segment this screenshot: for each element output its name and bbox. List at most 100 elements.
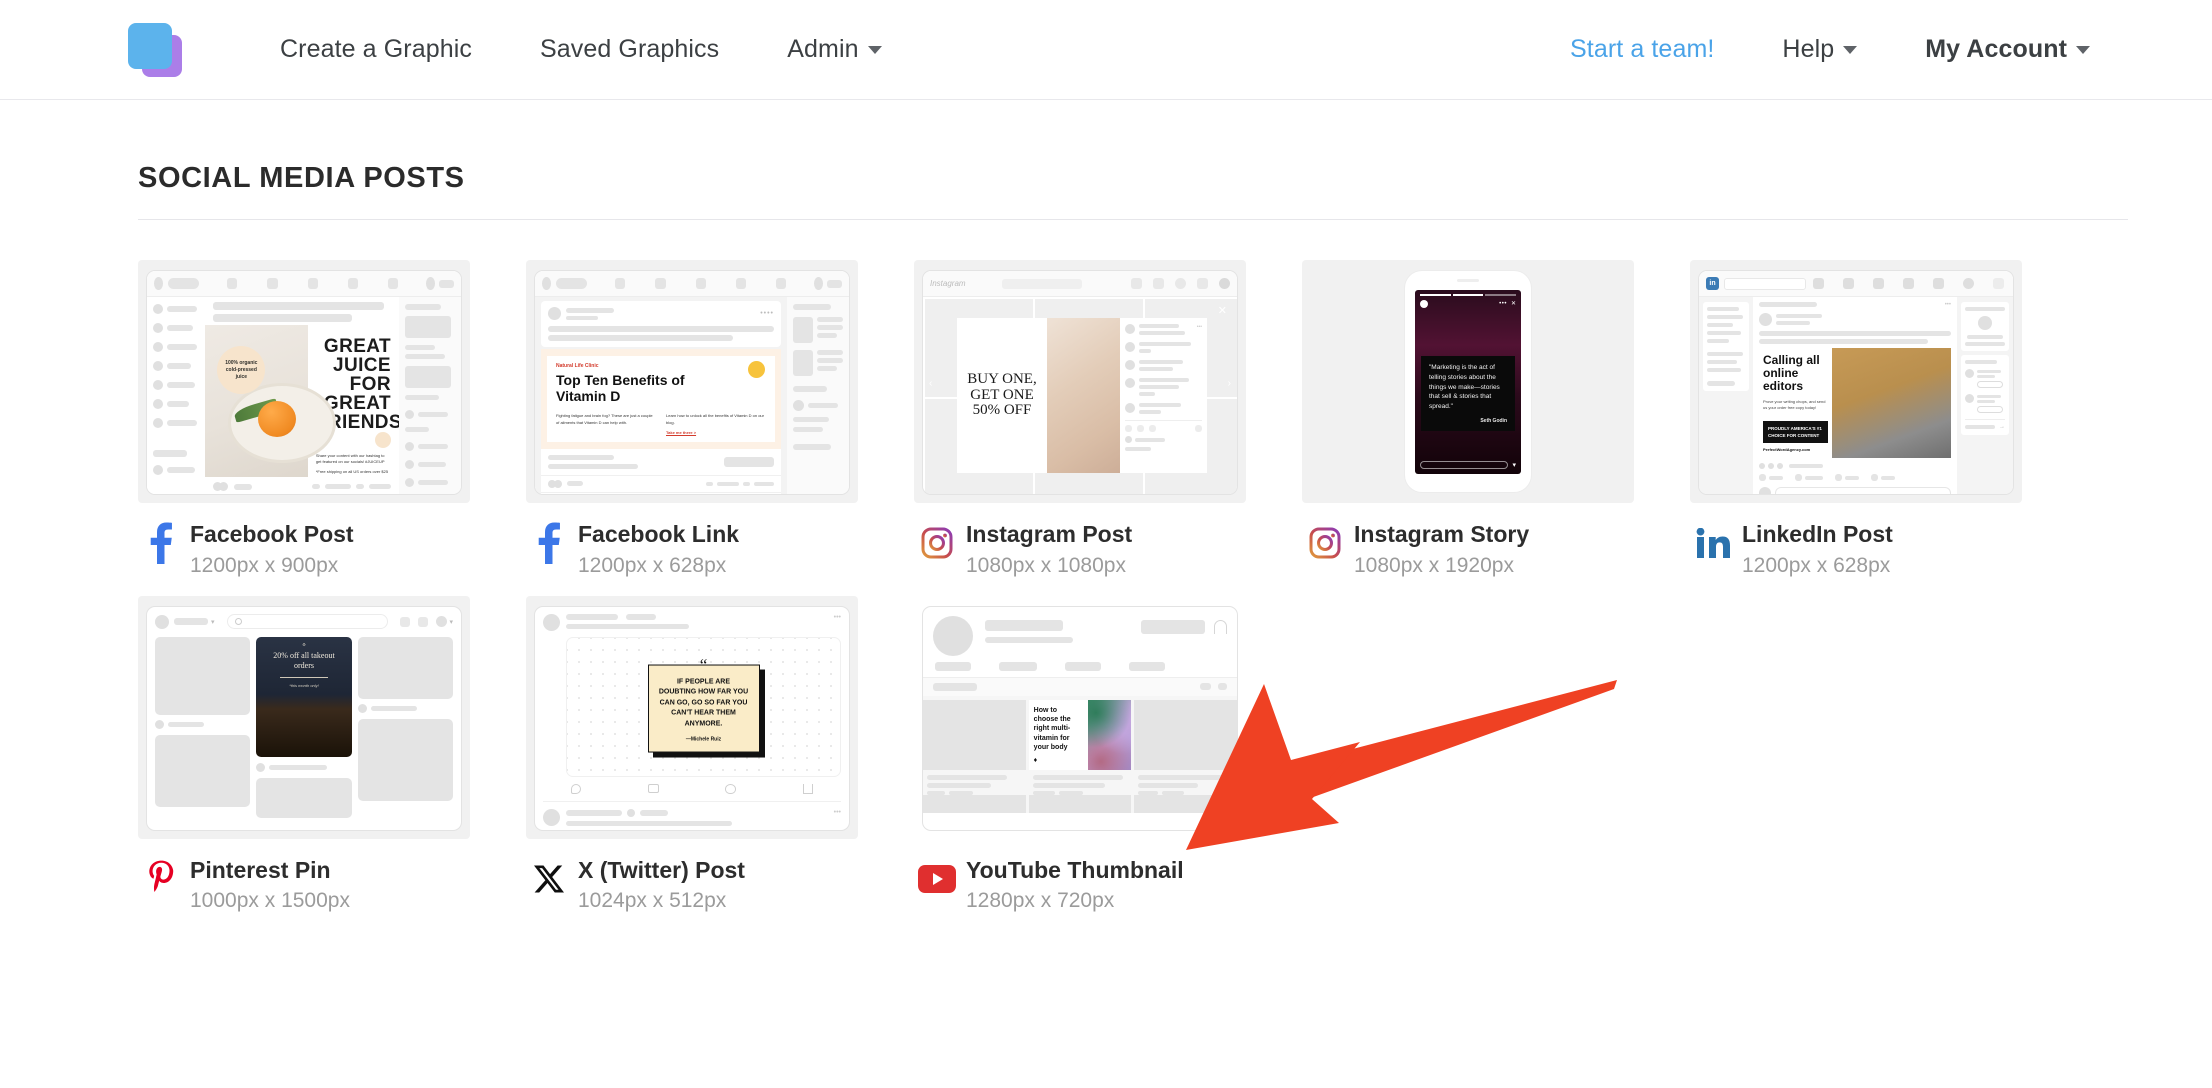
news-icon — [775, 278, 787, 289]
card-text: Instagram Story 1080px x 1920px — [1354, 519, 1529, 578]
card-text: Instagram Post 1080px x 1080px — [966, 519, 1132, 578]
story-attribution: Seth Godin — [1480, 417, 1507, 424]
card-dimensions: 1080px x 1080px — [966, 553, 1126, 577]
share-icon[interactable] — [802, 783, 813, 794]
template-card-x-twitter-post[interactable]: ••• “ IF PEOPLE ARE DOUBTING HOW FAR YOU… — [526, 595, 858, 914]
more-icon[interactable]: ••• — [1499, 301, 1507, 307]
app-logo-icon — [128, 21, 190, 79]
youtube-icon — [914, 857, 960, 901]
chevron-down-icon: ▾ — [211, 618, 215, 626]
thumbnail-facebook-link[interactable]: •••• Natural Life Clinic Top Ten Benefit… — [526, 260, 858, 503]
card-title: LinkedIn Post — [1742, 521, 1893, 547]
bookmark-icon — [1195, 425, 1202, 432]
youtube-channel-header — [923, 607, 1237, 662]
thumbnail-linkedin-post[interactable]: in ••• Calling all online editors Prove … — [1690, 260, 2022, 503]
link-post-area: •••• Natural Life Clinic Top Ten Benefit… — [535, 297, 787, 494]
like-icon[interactable] — [725, 783, 737, 794]
linkedin-logo-icon: in — [1706, 277, 1719, 290]
nav-item-create-a-graphic[interactable]: Create a Graphic — [246, 35, 506, 64]
video-icon — [655, 278, 666, 289]
template-grid: 100% organic cold-pressed juice GREAT JU… — [138, 260, 2128, 931]
grid-icon[interactable] — [1218, 683, 1227, 691]
card-text: Facebook Post 1200px x 900px — [190, 519, 354, 578]
x-action-row — [571, 783, 813, 794]
thumbnail-x-twitter-post[interactable]: ••• “ IF PEOPLE ARE DOUBTING HOW FAR YOU… — [526, 595, 858, 839]
nav-label: Start a team! — [1570, 35, 1715, 63]
juice-caption-2: *Free shipping on all US orders over $25 — [315, 469, 389, 474]
card-meta: Facebook Link 1200px x 628px — [526, 503, 858, 578]
facebook-browser-mock: 100% organic cold-pressed juice GREAT JU… — [146, 270, 462, 495]
nav-item-saved-graphics[interactable]: Saved Graphics — [506, 35, 753, 64]
close-icon[interactable]: ✕ — [1511, 300, 1516, 307]
youtube-video-grid: How to choose the right multi-vitamin fo… — [923, 695, 1237, 795]
nav-item-help[interactable]: Help — [1748, 35, 1891, 64]
pinterest-logo-icon — [155, 614, 169, 629]
logo-link[interactable] — [128, 19, 202, 81]
template-card-youtube-thumbnail[interactable]: How to choose the right multi-vitamin fo… — [914, 595, 1246, 914]
card-title: Facebook Link — [578, 521, 740, 547]
pinterest-pin-image: ⚙ 20% off all takeout orders *this month… — [256, 636, 352, 757]
card-dimensions: 1200px x 628px — [578, 553, 727, 577]
facebook-link-browser-mock: •••• Natural Life Clinic Top Ten Benefit… — [534, 270, 850, 495]
messaging-icon — [1903, 278, 1914, 289]
nav-item-my-account[interactable]: My Account — [1891, 35, 2124, 64]
next-arrow-icon[interactable]: › — [1228, 378, 1231, 389]
link-body-right: Learn how to unlock all the benefits of … — [666, 413, 764, 425]
tab-about[interactable] — [1129, 661, 1165, 671]
bell-icon[interactable] — [1214, 619, 1227, 634]
send-icon[interactable]: ▾ — [1512, 461, 1516, 469]
thumbnail-instagram-post[interactable]: Instagram ✕ ‹ › BUY ONE, GET ONE 50% OFF… — [914, 260, 1246, 503]
thumbnail-facebook-post[interactable]: 100% organic cold-pressed juice GREAT JU… — [138, 260, 470, 503]
marketplace-icon — [695, 278, 706, 289]
search-input[interactable] — [226, 614, 389, 630]
search-input[interactable] — [1724, 277, 1806, 290]
template-card-instagram-post[interactable]: Instagram ✕ ‹ › BUY ONE, GET ONE 50% OFF… — [914, 260, 1246, 578]
template-card-instagram-story[interactable]: ••• ✕ "Marketing is the act of telling s… — [1302, 260, 1634, 578]
linkedin-browser-mock: in ••• Calling all online editors Prove … — [1698, 270, 2014, 495]
template-card-linkedin-post[interactable]: in ••• Calling all online editors Prove … — [1690, 260, 2022, 578]
x-quote: IF PEOPLE ARE DOUBTING HOW FAR YOU CAN G… — [658, 678, 749, 728]
thumbnail-pinterest-pin[interactable]: ▾ ▾ ⚙ 20% off all takeout orders *this m… — [138, 595, 470, 839]
tab-playlists[interactable] — [1065, 661, 1101, 671]
template-card-pinterest-pin[interactable]: ▾ ▾ ⚙ 20% off all takeout orders *this m… — [138, 595, 470, 914]
link-headline: Top Ten Benefits of Vitamin D — [556, 372, 685, 405]
instagram-headline: BUY ONE, GET ONE 50% OFF — [967, 370, 1037, 419]
juice-caption-1: Share your content with our hashtag to g… — [315, 453, 385, 464]
grid-icon — [1993, 278, 2004, 289]
link-body-left: Fighting fatigue and brain fog? These ar… — [556, 413, 653, 425]
pin-subtext: *this month only! — [289, 683, 319, 689]
prev-arrow-icon[interactable]: ‹ — [929, 378, 932, 389]
tab-videos[interactable] — [999, 661, 1037, 671]
template-card-facebook-post[interactable]: 100% organic cold-pressed juice GREAT JU… — [138, 260, 470, 578]
facebook-left-rail — [147, 297, 205, 494]
story-reply-input[interactable] — [1420, 461, 1509, 469]
retweet-icon[interactable] — [647, 783, 659, 793]
card-meta: Pinterest Pin 1000px x 1500px — [138, 839, 470, 914]
tab-home[interactable] — [935, 661, 971, 671]
thumbnail-instagram-story[interactable]: ••• ✕ "Marketing is the act of telling s… — [1302, 260, 1634, 503]
search-input[interactable] — [1001, 278, 1082, 289]
youtube-tabs — [923, 661, 1237, 677]
nav-label: Saved Graphics — [539, 35, 720, 63]
reply-icon[interactable] — [571, 783, 581, 794]
sort-icon[interactable] — [1200, 683, 1211, 691]
subscribe-button[interactable] — [1141, 619, 1205, 634]
link-preview-card: Natural Life Clinic Top Ten Benefits of … — [541, 349, 781, 449]
message-icon — [418, 616, 429, 627]
link-cta[interactable]: Take me there > — [666, 430, 766, 435]
username-placeholder — [827, 279, 842, 288]
send-icon — [1153, 278, 1164, 289]
nav-item-start-a-team[interactable]: Start a team! — [1536, 35, 1748, 64]
phone-speaker — [1457, 279, 1479, 282]
thumbnail-youtube-thumbnail[interactable]: How to choose the right multi-vitamin fo… — [914, 595, 1246, 839]
gradient-art — [1088, 699, 1132, 770]
card-text: Facebook Link 1200px x 628px — [578, 519, 739, 578]
nav-item-admin[interactable]: Admin — [753, 35, 915, 64]
card-meta: X (Twitter) Post 1024px x 512px — [526, 839, 858, 914]
template-card-facebook-link[interactable]: •••• Natural Life Clinic Top Ten Benefit… — [526, 260, 858, 578]
compass-icon — [1175, 278, 1186, 289]
instagram-browser-mock: Instagram ✕ ‹ › BUY ONE, GET ONE 50% OFF… — [922, 270, 1238, 495]
close-icon[interactable]: ✕ — [1218, 304, 1227, 317]
card-dimensions: 1000px x 1500px — [190, 889, 350, 913]
news-icon — [387, 278, 399, 289]
